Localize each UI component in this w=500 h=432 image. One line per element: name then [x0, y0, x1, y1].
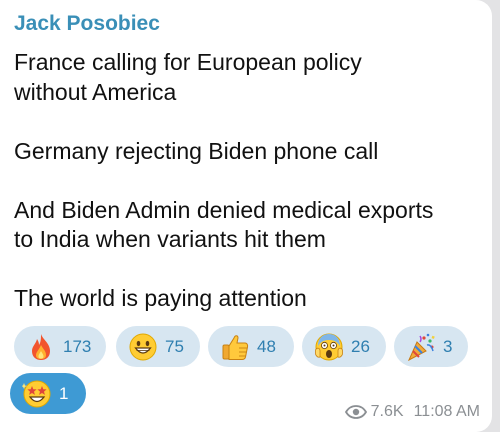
- sender-name[interactable]: Jack Posobiec: [14, 12, 160, 36]
- reaction-count: 3: [443, 336, 453, 356]
- reaction-grin-button[interactable]: 75: [116, 326, 200, 367]
- message-time: 11:08 AM: [413, 403, 480, 420]
- message-line: France calling for European policy: [14, 49, 362, 75]
- reaction-thumbs-up-button[interactable]: 48: [208, 326, 294, 367]
- thumbs-up-icon: [222, 334, 249, 360]
- screaming-face-icon: [315, 333, 343, 360]
- star-struck-icon: [22, 380, 51, 407]
- reaction-count: 1: [59, 383, 69, 403]
- reaction-fire-button[interactable]: 173: [14, 326, 106, 367]
- reaction-party-button[interactable]: 3: [394, 326, 468, 367]
- reaction-count: 173: [63, 336, 92, 356]
- reaction-count: 26: [351, 336, 370, 356]
- message-meta: 7.6K 11:08 AM: [344, 403, 480, 421]
- reaction-screaming-button[interactable]: 26: [302, 326, 386, 367]
- message-bubble[interactable]: Jack Posobiec France calling for Europea…: [0, 0, 492, 432]
- eye-icon: [344, 405, 367, 419]
- reaction-count: 48: [257, 336, 276, 356]
- message-text: France calling for European policy witho…: [14, 48, 484, 314]
- party-popper-icon: [407, 333, 435, 361]
- message-line: Germany rejecting Biden phone call: [14, 137, 379, 164]
- fire-icon: [32, 333, 50, 360]
- message-line: to India when variants hit them: [14, 226, 326, 252]
- view-count: 7.6K: [370, 403, 404, 420]
- message-line: without America: [14, 78, 177, 105]
- reaction-star-struck-button[interactable]: 1: [10, 373, 86, 414]
- grinning-face-icon: [129, 333, 157, 360]
- message-line: And Biden Admin denied medical exports: [14, 196, 434, 223]
- reaction-count: 75: [165, 336, 184, 356]
- message-line: The world is paying attention: [14, 285, 307, 311]
